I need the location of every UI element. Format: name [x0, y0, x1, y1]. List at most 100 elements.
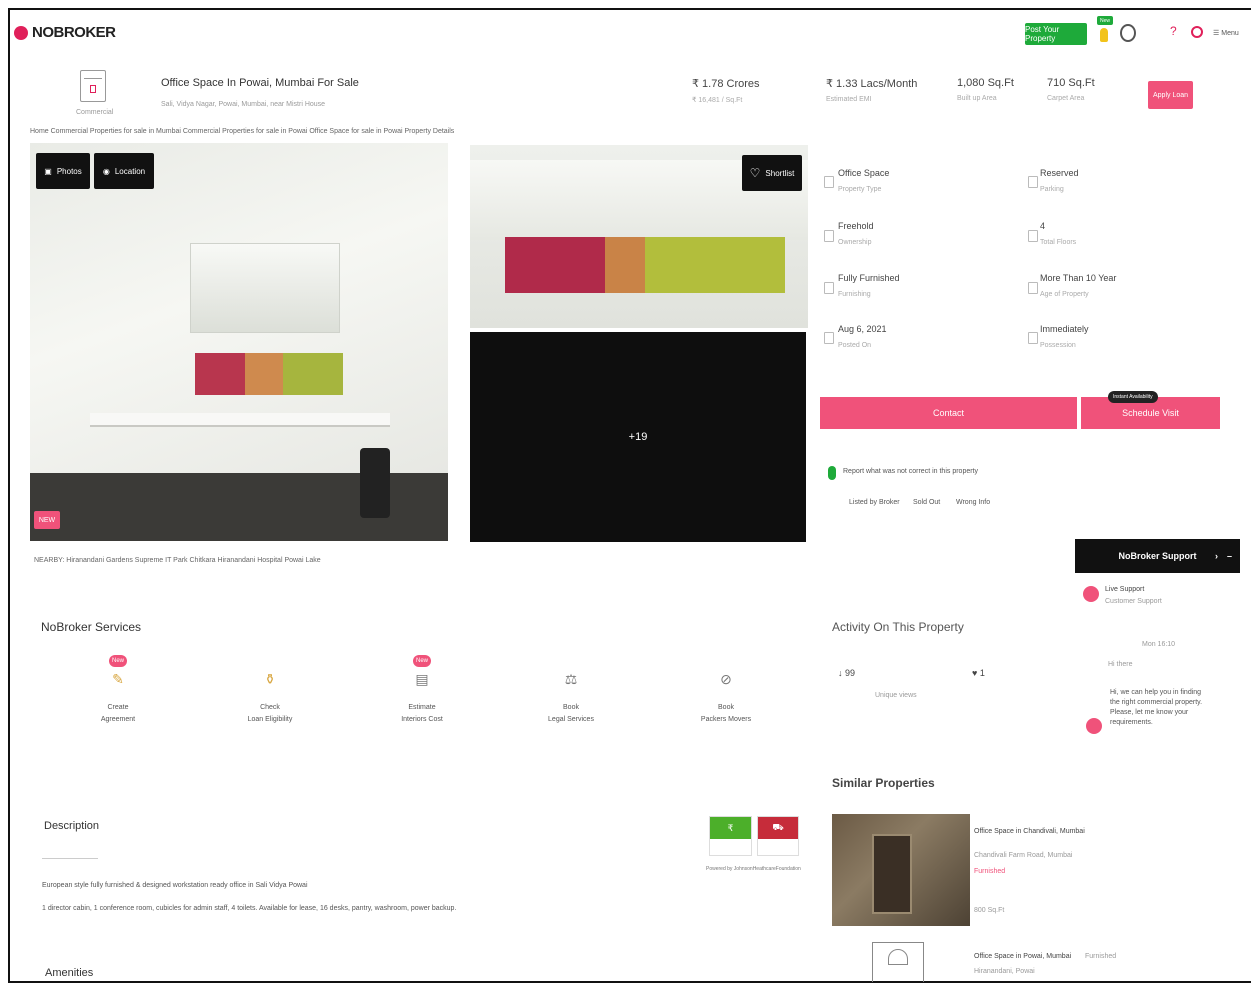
ownership-icon	[824, 230, 834, 242]
report-icon	[828, 466, 836, 480]
main-photo[interactable]	[30, 143, 448, 541]
carpet-stat: 710 Sq.Ft Carpet Area	[1047, 77, 1095, 102]
service-create-agreement[interactable]: New ✎ Create Agreement	[90, 655, 146, 724]
photos-button[interactable]: ▣ Photos	[36, 153, 90, 189]
more-photos-count: +19	[628, 431, 648, 443]
contact-button[interactable]: Contact	[820, 397, 1077, 429]
shortlist-button[interactable]: ♡ Shortlist	[742, 155, 802, 191]
support-title: NoBroker Support	[1118, 551, 1197, 561]
similar-photo-2[interactable]	[872, 942, 924, 982]
new-photo-badge: NEW	[34, 511, 60, 529]
detail-possession: Immediately Possession	[1040, 324, 1089, 349]
location-label: Location	[114, 166, 146, 176]
floors-icon	[1028, 230, 1038, 242]
frame-left	[8, 8, 10, 983]
detail-property-type: Office Space Property Type	[838, 168, 889, 193]
powered-by: Powered by JohnsonHeathcareFoundation	[706, 866, 801, 872]
parking-icon	[1028, 176, 1038, 188]
views-icon: ↓	[838, 668, 846, 678]
agent-name: Live Support	[1105, 586, 1145, 593]
apply-loan-button[interactable]: Apply Loan	[1148, 81, 1193, 109]
shortlist-label: Shortlist	[765, 168, 795, 178]
report-text: Report what was not correct in this prop…	[843, 468, 979, 475]
panel-orange-2	[605, 237, 645, 293]
breadcrumb[interactable]: Home Commercial Properties for sale in M…	[30, 128, 454, 135]
service-label2: Loan Eligibility	[247, 716, 293, 723]
detail-value: Fully Furnished	[838, 273, 900, 283]
similar-name-2[interactable]: Office Space in Powai, Mumbai	[974, 953, 1071, 960]
chat-avatar	[1086, 718, 1102, 734]
similar-photo-1[interactable]	[832, 814, 970, 926]
similar-title: Similar Properties	[832, 776, 935, 790]
detail-furnishing: Fully Furnished Furnishing	[838, 273, 900, 298]
similar-name-1[interactable]: Office Space in Chandivali, Mumbai	[974, 828, 1085, 835]
detail-value: Immediately	[1040, 324, 1089, 334]
property-type-label: Commercial	[76, 109, 114, 116]
minimize-icon[interactable]: –	[1227, 551, 1232, 561]
detail-label: Total Floors	[1040, 239, 1077, 246]
report-soldout-option[interactable]: Sold Out	[913, 499, 940, 506]
detail-label: Age of Property	[1040, 291, 1089, 298]
panel-green-2	[645, 237, 785, 293]
possession-icon	[1028, 332, 1038, 344]
notification-icon[interactable]	[1191, 26, 1203, 38]
builtup-label: Built up Area	[957, 95, 997, 102]
agent-role: Customer Support	[1105, 598, 1162, 605]
detail-label: Property Type	[838, 186, 882, 193]
detail-value: Reserved	[1040, 168, 1079, 178]
post-property-button[interactable]: Post Your Property	[1025, 23, 1087, 45]
agreement-icon: ✎	[112, 671, 124, 687]
legal-icon: ⚖	[564, 671, 578, 687]
service-label: Book	[718, 704, 734, 711]
support-header[interactable]: NoBroker Support › –	[1075, 539, 1240, 573]
photos-label: Photos	[56, 166, 82, 176]
user-icon[interactable]	[1120, 24, 1136, 42]
help-icon[interactable]: ?	[1170, 24, 1177, 38]
bulb-icon[interactable]	[1100, 28, 1108, 42]
report-broker-option[interactable]: Listed by Broker	[849, 499, 900, 506]
similar-detail-1: Chandivali Farm Road, Mumbai	[974, 852, 1073, 859]
logo[interactable]: NOBROKER	[14, 24, 116, 41]
emi-value: ₹ 1.33 Lacs/Month	[826, 78, 918, 90]
service-packers[interactable]: ⊘ Book Packers Movers	[695, 655, 757, 724]
detail-ownership: Freehold Ownership	[838, 221, 874, 246]
nearby-places[interactable]: NEARBY: Hiranandani Gardens Supreme IT P…	[34, 557, 321, 564]
office-icon	[824, 176, 834, 188]
property-title: Office Space In Powai, Mumbai For Sale	[161, 77, 359, 89]
service-check-loan[interactable]: ⚱ Check Loan Eligibility	[240, 655, 300, 724]
more-photos-tile[interactable]: +19	[470, 332, 806, 542]
amenities-title: Amenities	[45, 967, 94, 979]
service-interiors[interactable]: New ▤ Estimate Interiors Cost	[392, 655, 452, 724]
heart-icon: ♡	[749, 166, 761, 180]
door	[872, 834, 912, 914]
panel-red-2	[505, 237, 605, 293]
detail-value: Office Space	[838, 168, 890, 178]
builtup-value: 1,080 Sq.Ft	[957, 77, 1014, 89]
service-label: Check	[260, 704, 280, 711]
location-button[interactable]: ◉ Location	[94, 153, 154, 189]
detail-parking: Reserved Parking	[1040, 168, 1079, 193]
service-label2: Interiors Cost	[401, 716, 443, 723]
service-label: Estimate	[408, 704, 436, 711]
similar-tag-2: Furnished	[1085, 953, 1117, 960]
chair	[360, 448, 390, 518]
service-label2: Packers Movers	[700, 716, 752, 723]
detail-label: Furnishing	[838, 291, 871, 298]
rupee-icon: ₹	[710, 817, 751, 839]
similar-size-1: 800 Sq.Ft	[974, 907, 1005, 914]
expand-icon[interactable]: ›	[1215, 551, 1218, 561]
menu-button[interactable]: ☰ Menu	[1213, 29, 1239, 37]
rating-green: ₹	[709, 816, 752, 856]
chat-date: Mon 16:10	[1142, 641, 1176, 648]
detail-value: Aug 6, 2021	[838, 324, 887, 334]
emi-stat: ₹ 1.33 Lacs/Month Estimated EMI	[826, 77, 917, 103]
service-label2: Legal Services	[548, 716, 594, 723]
report-wronginfo-option[interactable]: Wrong Info	[956, 499, 990, 506]
builtup-stat: 1,080 Sq.Ft Built up Area	[957, 77, 1014, 102]
chat-greeting: Hi there	[1108, 661, 1133, 668]
service-new-badge: New	[109, 655, 127, 667]
description-line2: 1 director cabin, 1 conference room, cub…	[42, 905, 457, 912]
price-per-sqft: ₹ 16,481 / Sq.Ft	[692, 97, 743, 104]
service-legal[interactable]: ⚖ Book Legal Services	[540, 655, 602, 724]
age-icon	[1028, 282, 1038, 294]
